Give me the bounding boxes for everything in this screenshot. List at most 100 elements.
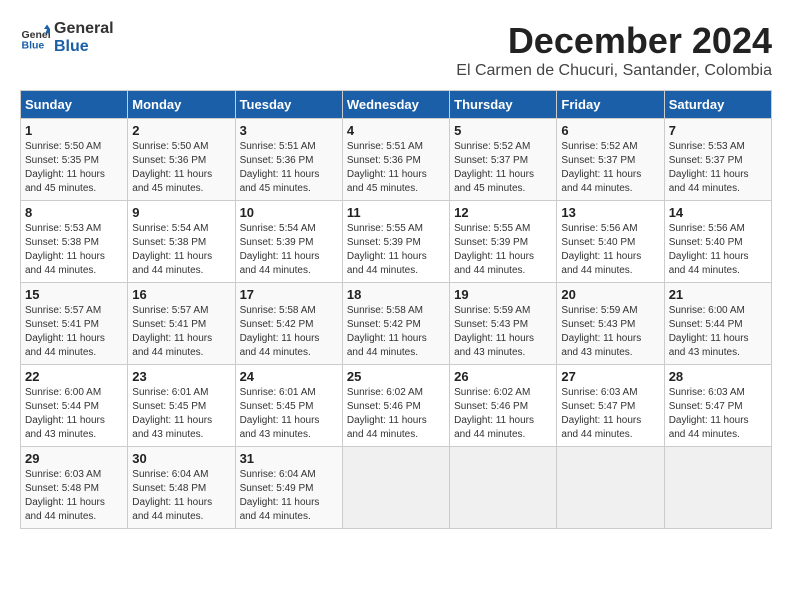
day-number: 19 <box>454 287 552 302</box>
day-info: Sunrise: 5:57 AM Sunset: 5:41 PM Dayligh… <box>25 304 123 360</box>
day-number: 23 <box>132 369 230 384</box>
day-info: Sunrise: 5:51 AM Sunset: 5:36 PM Dayligh… <box>240 140 338 196</box>
logo-icon: General Blue <box>20 23 50 53</box>
day-info: Sunrise: 6:03 AM Sunset: 5:48 PM Dayligh… <box>25 468 123 524</box>
calendar-table: SundayMondayTuesdayWednesdayThursdayFrid… <box>20 90 772 529</box>
day-info: Sunrise: 5:50 AM Sunset: 5:35 PM Dayligh… <box>25 140 123 196</box>
day-number: 11 <box>347 205 445 220</box>
day-info: Sunrise: 6:00 AM Sunset: 5:44 PM Dayligh… <box>25 386 123 442</box>
calendar-cell: 17 Sunrise: 5:58 AM Sunset: 5:42 PM Dayli… <box>235 283 342 365</box>
day-number: 12 <box>454 205 552 220</box>
day-number: 27 <box>561 369 659 384</box>
calendar-cell <box>557 447 664 529</box>
day-info: Sunrise: 5:51 AM Sunset: 5:36 PM Dayligh… <box>347 140 445 196</box>
calendar-cell: 16 Sunrise: 5:57 AM Sunset: 5:41 PM Dayli… <box>128 283 235 365</box>
day-number: 14 <box>669 205 767 220</box>
day-info: Sunrise: 5:56 AM Sunset: 5:40 PM Dayligh… <box>669 222 767 278</box>
calendar-cell: 29 Sunrise: 6:03 AM Sunset: 5:48 PM Dayli… <box>21 447 128 529</box>
day-number: 2 <box>132 123 230 138</box>
day-number: 31 <box>240 451 338 466</box>
day-info: Sunrise: 6:04 AM Sunset: 5:49 PM Dayligh… <box>240 468 338 524</box>
day-number: 21 <box>669 287 767 302</box>
day-info: Sunrise: 5:50 AM Sunset: 5:36 PM Dayligh… <box>132 140 230 196</box>
page-header: General Blue General Blue December 2024 … <box>20 20 772 80</box>
day-number: 26 <box>454 369 552 384</box>
day-info: Sunrise: 6:01 AM Sunset: 5:45 PM Dayligh… <box>240 386 338 442</box>
day-number: 4 <box>347 123 445 138</box>
calendar-cell: 27 Sunrise: 6:03 AM Sunset: 5:47 PM Dayli… <box>557 365 664 447</box>
day-info: Sunrise: 5:59 AM Sunset: 5:43 PM Dayligh… <box>454 304 552 360</box>
logo-blue: Blue <box>54 38 114 56</box>
calendar-title: December 2024 <box>456 20 772 62</box>
day-number: 8 <box>25 205 123 220</box>
calendar-cell: 25 Sunrise: 6:02 AM Sunset: 5:46 PM Dayli… <box>342 365 449 447</box>
day-info: Sunrise: 6:00 AM Sunset: 5:44 PM Dayligh… <box>669 304 767 360</box>
day-info: Sunrise: 5:58 AM Sunset: 5:42 PM Dayligh… <box>347 304 445 360</box>
day-number: 1 <box>25 123 123 138</box>
calendar-subtitle: El Carmen de Chucuri, Santander, Colombi… <box>456 62 772 80</box>
day-number: 16 <box>132 287 230 302</box>
day-info: Sunrise: 6:04 AM Sunset: 5:48 PM Dayligh… <box>132 468 230 524</box>
calendar-cell: 14 Sunrise: 5:56 AM Sunset: 5:40 PM Dayli… <box>664 201 771 283</box>
calendar-cell: 19 Sunrise: 5:59 AM Sunset: 5:43 PM Dayli… <box>450 283 557 365</box>
day-number: 24 <box>240 369 338 384</box>
calendar-cell: 9Sunrise: 5:54 AM Sunset: 5:38 PM Daylig… <box>128 201 235 283</box>
column-header-tuesday: Tuesday <box>235 91 342 119</box>
day-number: 25 <box>347 369 445 384</box>
day-info: Sunrise: 5:53 AM Sunset: 5:37 PM Dayligh… <box>669 140 767 196</box>
day-number: 3 <box>240 123 338 138</box>
day-info: Sunrise: 6:02 AM Sunset: 5:46 PM Dayligh… <box>347 386 445 442</box>
calendar-cell: 3 Sunrise: 5:51 AM Sunset: 5:36 PM Daylig… <box>235 119 342 201</box>
column-header-thursday: Thursday <box>450 91 557 119</box>
column-header-saturday: Saturday <box>664 91 771 119</box>
day-info: Sunrise: 5:58 AM Sunset: 5:42 PM Dayligh… <box>240 304 338 360</box>
day-info: Sunrise: 5:52 AM Sunset: 5:37 PM Dayligh… <box>561 140 659 196</box>
day-info: Sunrise: 5:55 AM Sunset: 5:39 PM Dayligh… <box>454 222 552 278</box>
day-number: 5 <box>454 123 552 138</box>
calendar-cell: 12 Sunrise: 5:55 AM Sunset: 5:39 PM Dayli… <box>450 201 557 283</box>
calendar-cell: 31 Sunrise: 6:04 AM Sunset: 5:49 PM Dayli… <box>235 447 342 529</box>
title-area: December 2024 El Carmen de Chucuri, Sant… <box>456 20 772 80</box>
day-number: 30 <box>132 451 230 466</box>
calendar-cell: 30 Sunrise: 6:04 AM Sunset: 5:48 PM Dayli… <box>128 447 235 529</box>
day-number: 6 <box>561 123 659 138</box>
calendar-cell: 7 Sunrise: 5:53 AM Sunset: 5:37 PM Daylig… <box>664 119 771 201</box>
calendar-cell: 22 Sunrise: 6:00 AM Sunset: 5:44 PM Dayli… <box>21 365 128 447</box>
day-number: 22 <box>25 369 123 384</box>
column-header-monday: Monday <box>128 91 235 119</box>
calendar-cell: 5 Sunrise: 5:52 AM Sunset: 5:37 PM Daylig… <box>450 119 557 201</box>
day-number: 15 <box>25 287 123 302</box>
calendar-cell: 28Sunrise: 6:03 AM Sunset: 5:47 PM Dayli… <box>664 365 771 447</box>
calendar-cell: 18Sunrise: 5:58 AM Sunset: 5:42 PM Dayli… <box>342 283 449 365</box>
day-number: 9 <box>132 205 230 220</box>
day-number: 10 <box>240 205 338 220</box>
column-header-wednesday: Wednesday <box>342 91 449 119</box>
day-info: Sunrise: 5:53 AM Sunset: 5:38 PM Dayligh… <box>25 222 123 278</box>
day-number: 7 <box>669 123 767 138</box>
calendar-cell <box>450 447 557 529</box>
svg-text:Blue: Blue <box>22 39 45 51</box>
day-info: Sunrise: 6:03 AM Sunset: 5:47 PM Dayligh… <box>561 386 659 442</box>
day-number: 20 <box>561 287 659 302</box>
day-number: 29 <box>25 451 123 466</box>
day-info: Sunrise: 5:57 AM Sunset: 5:41 PM Dayligh… <box>132 304 230 360</box>
day-number: 13 <box>561 205 659 220</box>
day-info: Sunrise: 6:02 AM Sunset: 5:46 PM Dayligh… <box>454 386 552 442</box>
logo-general: General <box>54 20 114 38</box>
calendar-cell: 11Sunrise: 5:55 AM Sunset: 5:39 PM Dayli… <box>342 201 449 283</box>
day-info: Sunrise: 6:01 AM Sunset: 5:45 PM Dayligh… <box>132 386 230 442</box>
calendar-cell: 13Sunrise: 5:56 AM Sunset: 5:40 PM Dayli… <box>557 201 664 283</box>
calendar-cell <box>664 447 771 529</box>
logo: General Blue General Blue <box>20 20 114 55</box>
day-info: Sunrise: 5:54 AM Sunset: 5:39 PM Dayligh… <box>240 222 338 278</box>
day-number: 28 <box>669 369 767 384</box>
column-header-sunday: Sunday <box>21 91 128 119</box>
calendar-cell: 2 Sunrise: 5:50 AM Sunset: 5:36 PM Daylig… <box>128 119 235 201</box>
day-info: Sunrise: 5:52 AM Sunset: 5:37 PM Dayligh… <box>454 140 552 196</box>
calendar-cell: 6 Sunrise: 5:52 AM Sunset: 5:37 PM Daylig… <box>557 119 664 201</box>
calendar-cell: 8 Sunrise: 5:53 AM Sunset: 5:38 PM Daylig… <box>21 201 128 283</box>
calendar-cell: 20Sunrise: 5:59 AM Sunset: 5:43 PM Dayli… <box>557 283 664 365</box>
day-number: 17 <box>240 287 338 302</box>
calendar-cell: 15 Sunrise: 5:57 AM Sunset: 5:41 PM Dayli… <box>21 283 128 365</box>
calendar-cell: 4 Sunrise: 5:51 AM Sunset: 5:36 PM Daylig… <box>342 119 449 201</box>
